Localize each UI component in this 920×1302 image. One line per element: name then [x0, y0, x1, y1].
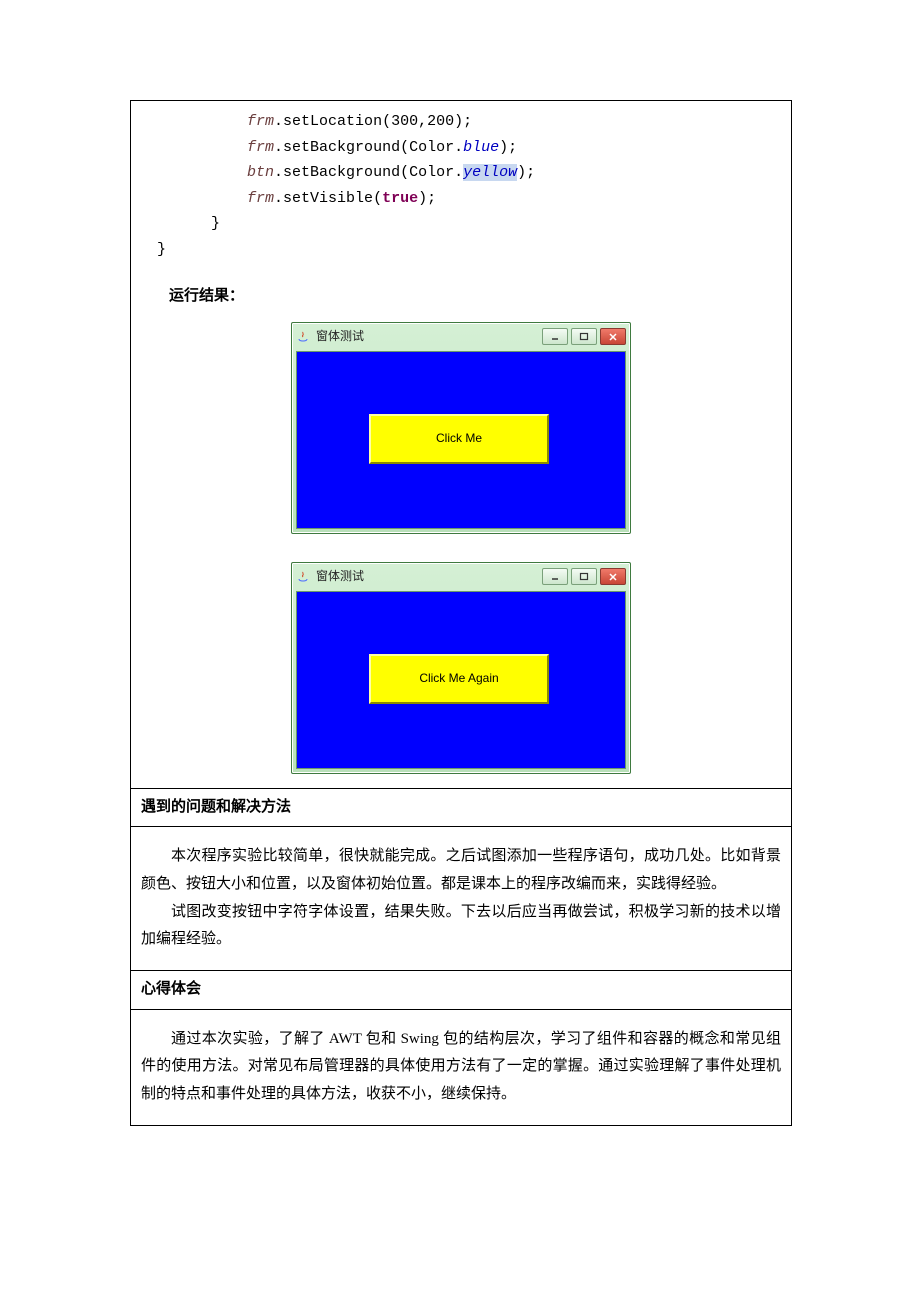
window-titlebar: 窗体测试	[292, 323, 630, 351]
code-line-3: btn.setBackground(Color.yellow);	[139, 164, 535, 181]
maximize-icon	[579, 572, 589, 582]
problems-heading: 遇到的问题和解决方法	[131, 788, 791, 828]
content-table: frm.setLocation(300,200); frm.setBackgro…	[130, 100, 792, 1126]
maximize-icon	[579, 332, 589, 342]
problems-paragraph-2: 试图改变按钮中字符字体设置，结果失败。下去以后应当再做尝试，积极学习新的技术以增…	[141, 899, 781, 955]
run-result-label: 运行结果：	[131, 266, 791, 318]
maximize-button[interactable]	[571, 328, 597, 345]
close-button[interactable]	[600, 328, 626, 345]
close-button[interactable]	[600, 568, 626, 585]
window-button-group	[542, 568, 626, 585]
code-line-1: frm.setLocation(300,200);	[139, 113, 472, 130]
close-icon	[608, 332, 618, 342]
window-title: 窗体测试	[316, 326, 542, 346]
screenshots-container: 窗体测试	[131, 318, 791, 788]
window-client-area: Click Me	[296, 351, 626, 529]
minimize-icon	[550, 572, 560, 582]
minimize-icon	[550, 332, 560, 342]
code-line-6: }	[139, 241, 166, 258]
code-line-4: frm.setVisible(true);	[139, 190, 436, 207]
java-icon	[296, 570, 310, 584]
close-icon	[608, 572, 618, 582]
window-title: 窗体测试	[316, 566, 542, 586]
window-titlebar: 窗体测试	[292, 563, 630, 591]
click-me-button[interactable]: Click Me	[369, 414, 549, 464]
minimize-button[interactable]	[542, 328, 568, 345]
minimize-button[interactable]	[542, 568, 568, 585]
problems-paragraph-1: 本次程序实验比较简单，很快就能完成。之后试图添加一些程序语句，成功几处。比如背景…	[141, 843, 781, 899]
document-page: frm.setLocation(300,200); frm.setBackgro…	[0, 0, 920, 1186]
java-window-2: 窗体测试	[291, 562, 631, 774]
code-block: frm.setLocation(300,200); frm.setBackgro…	[131, 101, 791, 266]
code-line-2: frm.setBackground(Color.blue);	[139, 139, 517, 156]
window-button-group	[542, 328, 626, 345]
problems-body: 本次程序实验比较简单，很快就能完成。之后试图添加一些程序语句，成功几处。比如背景…	[131, 827, 791, 970]
experience-heading: 心得体会	[131, 970, 791, 1010]
experience-paragraph-1: 通过本次实验，了解了 AWT 包和 Swing 包的结构层次，学习了组件和容器的…	[141, 1026, 781, 1109]
maximize-button[interactable]	[571, 568, 597, 585]
java-icon	[296, 330, 310, 344]
click-me-again-button[interactable]: Click Me Again	[369, 654, 549, 704]
code-line-5: }	[139, 215, 220, 232]
java-window-1: 窗体测试	[291, 322, 631, 534]
experience-body: 通过本次实验，了解了 AWT 包和 Swing 包的结构层次，学习了组件和容器的…	[131, 1010, 791, 1125]
window-client-area: Click Me Again	[296, 591, 626, 769]
code-and-result-cell: frm.setLocation(300,200); frm.setBackgro…	[131, 101, 791, 788]
